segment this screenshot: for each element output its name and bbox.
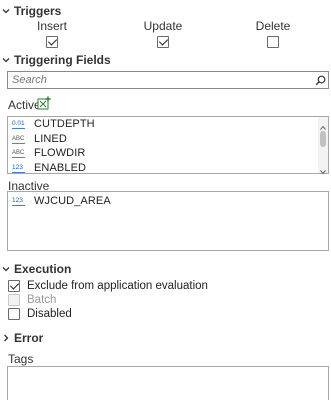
execution-section-header[interactable]: Execution xyxy=(0,261,71,277)
trigger-delete: Delete xyxy=(243,19,303,48)
list-item[interactable]: ABC LINED xyxy=(8,132,328,147)
list-item[interactable]: ABC FLOWDIR xyxy=(8,146,328,161)
triggers-header-label: Triggers xyxy=(14,4,62,18)
batch-option: Batch xyxy=(8,294,56,306)
text-field-icon: ABC xyxy=(12,147,26,159)
trigger-delete-label: Delete xyxy=(255,19,291,33)
execution-header-label: Execution xyxy=(14,262,72,276)
chevron-down-icon xyxy=(1,6,11,16)
svg-text:123: 123 xyxy=(12,164,23,171)
batch-label: Batch xyxy=(27,294,57,306)
active-list-scrollbar[interactable] xyxy=(318,117,328,175)
integer-field-icon: 123 xyxy=(12,162,26,174)
chevron-down-icon xyxy=(1,55,11,65)
exclude-from-app-eval-label: Exclude from application evaluation xyxy=(27,280,208,292)
field-name: ENABLED xyxy=(34,161,87,174)
trigger-update: Update xyxy=(133,19,193,48)
field-name: LINED xyxy=(34,132,67,145)
chevron-down-icon[interactable] xyxy=(320,164,326,175)
field-name: FLOWDIR xyxy=(34,147,86,160)
error-header-label: Error xyxy=(14,331,44,345)
field-name: WJCUD_AREA xyxy=(34,195,111,208)
triggering-fields-header-label: Triggering Fields xyxy=(14,53,111,67)
trigger-update-label: Update xyxy=(143,19,183,33)
active-fields-list: 0.01 CUTDEPTH ABC LINED ABC FLOWDIR 123 … xyxy=(7,116,329,176)
list-item[interactable]: 123 ENABLED xyxy=(8,161,328,176)
exclude-from-app-eval-checkbox[interactable] xyxy=(8,280,20,292)
double-field-icon: 0.01 xyxy=(12,118,26,130)
add-field-icon[interactable] xyxy=(37,96,51,110)
field-search-input[interactable] xyxy=(8,72,312,88)
chevron-down-icon xyxy=(1,264,11,274)
field-search-box xyxy=(7,71,329,89)
inactive-fields-list: 123 WJCUD_AREA xyxy=(7,191,329,251)
tags-label: Tags xyxy=(8,352,34,366)
trigger-delete-checkbox[interactable] xyxy=(267,35,279,48)
trigger-insert-checkbox[interactable] xyxy=(46,35,58,48)
field-name: CUTDEPTH xyxy=(34,118,95,131)
triggers-section-header[interactable]: Triggers xyxy=(0,3,61,19)
disabled-option[interactable]: Disabled xyxy=(8,308,72,320)
chevron-up-icon[interactable] xyxy=(320,120,326,130)
integer-field-icon: 123 xyxy=(12,195,26,207)
text-field-icon: ABC xyxy=(12,133,26,145)
search-icon[interactable] xyxy=(312,72,328,88)
trigger-insert-label: Insert xyxy=(36,19,67,33)
scrollbar-thumb[interactable] xyxy=(320,131,326,147)
triggering-fields-section-header[interactable]: Triggering Fields xyxy=(0,52,111,68)
trigger-insert: Insert xyxy=(22,19,82,48)
disabled-label: Disabled xyxy=(27,308,72,320)
disabled-checkbox[interactable] xyxy=(8,308,20,320)
list-item[interactable]: 0.01 CUTDEPTH xyxy=(8,117,328,132)
chevron-right-icon xyxy=(1,333,11,343)
exclude-from-app-eval-option[interactable]: Exclude from application evaluation xyxy=(8,280,208,292)
svg-text:123: 123 xyxy=(12,197,23,204)
tags-input[interactable] xyxy=(7,366,329,400)
svg-text:ABC: ABC xyxy=(12,150,25,156)
trigger-update-checkbox[interactable] xyxy=(157,35,169,48)
list-item[interactable]: 123 WJCUD_AREA xyxy=(8,194,328,209)
svg-text:ABC: ABC xyxy=(12,136,25,142)
batch-checkbox xyxy=(8,294,20,306)
active-fields-label: Active xyxy=(8,98,41,112)
error-section-header[interactable]: Error xyxy=(0,330,43,346)
svg-text:0.01: 0.01 xyxy=(12,120,25,127)
